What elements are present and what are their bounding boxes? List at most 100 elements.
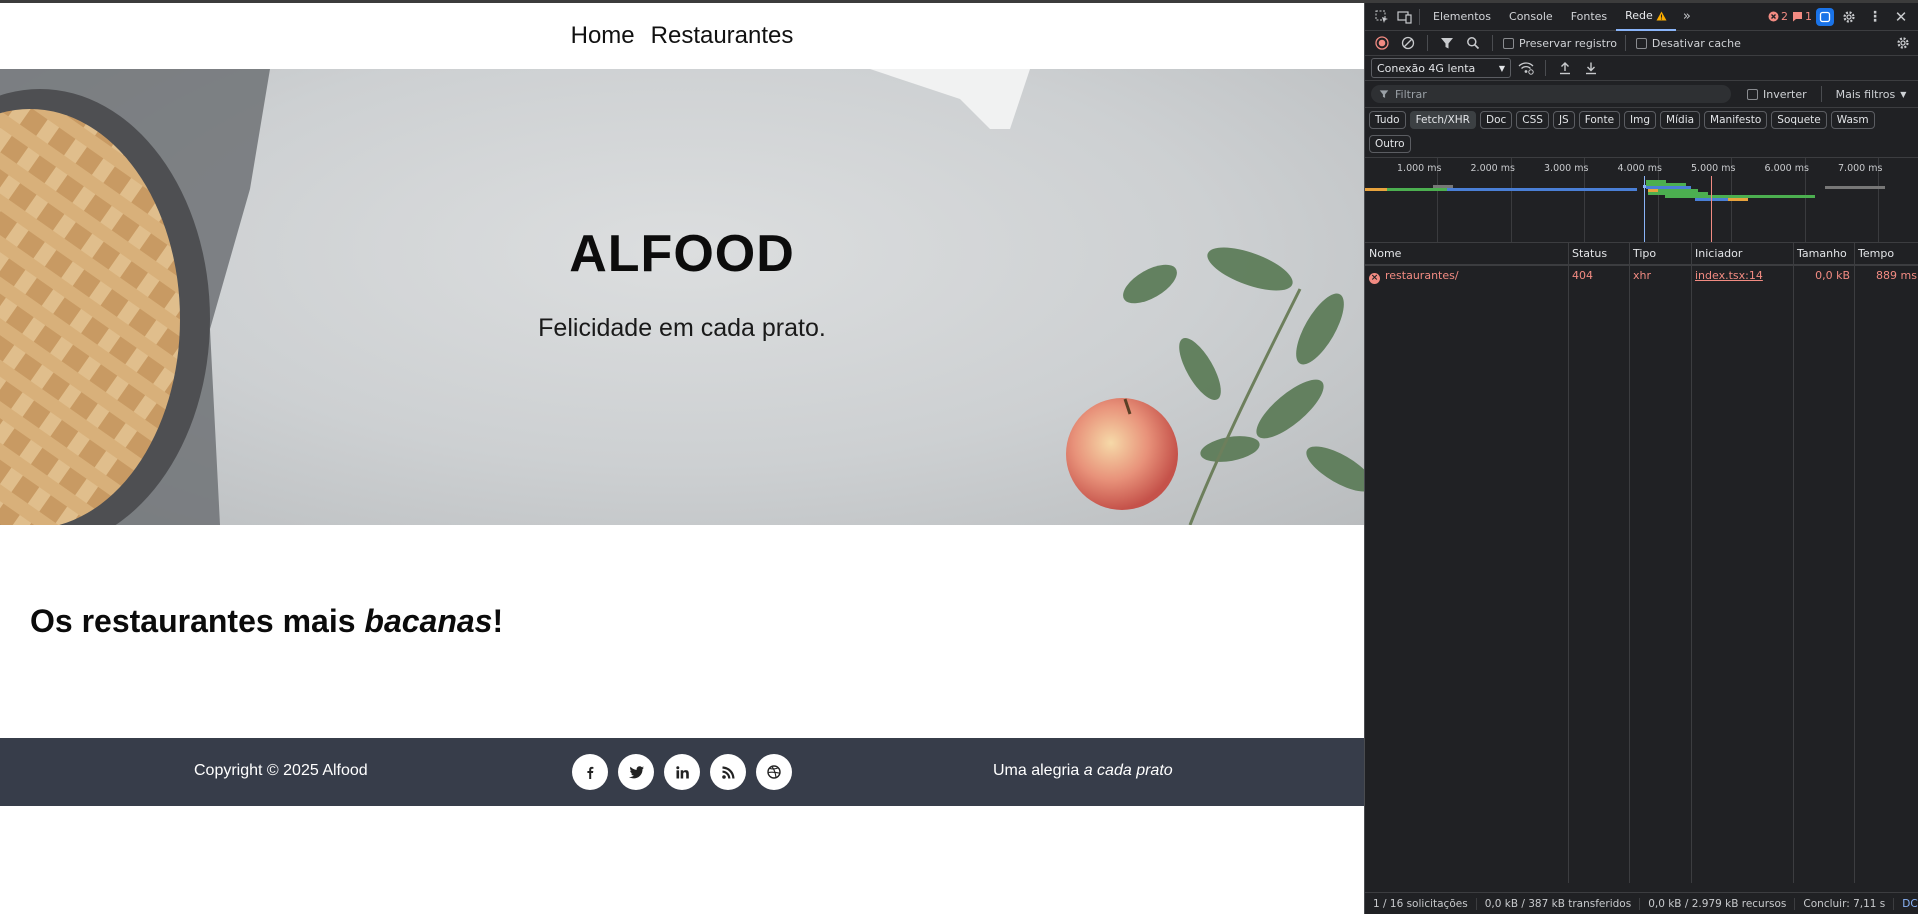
import-har-icon[interactable] — [1554, 57, 1576, 79]
tabbar-right: 2 1 ⋮ ✕ — [1768, 6, 1918, 28]
type-filter-chip[interactable]: Wasm — [1830, 111, 1875, 129]
type-filter-chip[interactable]: Soquete — [1771, 111, 1827, 129]
inspect-element-icon[interactable] — [1371, 6, 1393, 28]
type-filter-chip[interactable]: Mídia — [1660, 111, 1701, 129]
toolbar-separator — [1624, 35, 1626, 51]
issue-count-badge[interactable]: 1 — [1792, 10, 1812, 23]
error-count-badge[interactable]: 2 — [1768, 10, 1788, 23]
error-count: 2 — [1781, 10, 1788, 23]
timeline-tick-label: 1.000 ms — [1397, 163, 1442, 174]
column-divider — [1691, 243, 1692, 883]
toolbar-separator — [1820, 86, 1822, 102]
column-divider — [1854, 243, 1855, 883]
error-icon: × — [1369, 273, 1380, 284]
column-divider — [1568, 243, 1569, 883]
filter-funnel-icon[interactable] — [1436, 32, 1458, 54]
type-filter-chip[interactable]: Doc — [1479, 111, 1513, 129]
request-name-cell[interactable]: × restaurantes/ — [1365, 266, 1568, 286]
sync-icon[interactable] — [1816, 7, 1834, 26]
column-header-status[interactable]: Status — [1568, 243, 1629, 265]
device-toolbar-icon[interactable] — [1393, 6, 1415, 28]
throttling-toolbar: Conexão 4G lenta ▼ — [1365, 56, 1918, 81]
footer-tagline-emphasis: a cada prato — [1083, 762, 1173, 779]
throttling-select[interactable]: Conexão 4G lenta ▼ — [1371, 58, 1511, 78]
invert-checkbox[interactable]: Inverter — [1747, 88, 1807, 101]
toolbar-separator — [1427, 35, 1428, 51]
status-transferred: 0,0 kB / 387 kB transferidos — [1477, 897, 1641, 910]
waterfall-bar — [1710, 195, 1815, 198]
section-title-prefix: Os restaurantes mais — [30, 603, 365, 639]
twitter-icon[interactable] — [618, 754, 654, 790]
record-icon[interactable] — [1371, 32, 1393, 54]
tab-elements[interactable]: Elementos — [1424, 3, 1500, 31]
settings-gear-icon[interactable] — [1838, 6, 1860, 28]
tab-sources[interactable]: Fontes — [1562, 3, 1616, 31]
request-size-cell: 0,0 kB — [1815, 269, 1850, 282]
type-filter-chip[interactable]: Manifesto — [1704, 111, 1768, 129]
tab-network-label: Rede — [1625, 8, 1653, 22]
site-footer: Copyright © 2025 Alfood Uma alegria a ca… — [0, 738, 1364, 806]
footer-tagline-prefix: Uma alegria — [993, 762, 1084, 779]
type-filter-chip[interactable]: CSS — [1516, 111, 1549, 129]
tab-network[interactable]: Rede — [1616, 3, 1676, 31]
issue-count: 1 — [1805, 10, 1812, 23]
filter-toolbar: Filtrar Inverter Mais filtros ▼ — [1365, 81, 1918, 108]
devtools-tabbar: Elementos Console Fontes Rede » 2 1 ⋮ ✕ — [1365, 3, 1918, 31]
column-header-initiator[interactable]: Iniciador — [1691, 243, 1793, 265]
type-filter-chip[interactable]: JS — [1552, 111, 1575, 129]
filter-input[interactable]: Filtrar — [1371, 85, 1731, 103]
type-filter-chip[interactable]: Outro — [1369, 135, 1411, 153]
request-status-cell: 404 — [1572, 269, 1593, 282]
type-filter-chip[interactable]: Fonte — [1578, 111, 1621, 129]
preserve-log-checkbox[interactable]: Preservar registro — [1503, 37, 1617, 50]
more-tabs-icon[interactable]: » — [1676, 6, 1698, 28]
hero-subtitle: Felicidade em cada prato. — [538, 314, 826, 342]
status-resources: 0,0 kB / 2.979 kB recursos — [1640, 897, 1796, 910]
footer-tagline: Uma alegria a cada prato — [993, 762, 1173, 780]
export-har-icon[interactable] — [1580, 57, 1602, 79]
linkedin-icon[interactable] — [664, 754, 700, 790]
network-overview: 1.000 ms 2.000 ms 3.000 ms 4.000 ms 5.000 ms… — [1365, 158, 1918, 243]
filter-funnel-icon — [1379, 90, 1389, 98]
column-divider — [1629, 243, 1630, 883]
column-header-type[interactable]: Tipo — [1629, 243, 1691, 265]
timeline-tick-label: 4.000 ms — [1617, 163, 1662, 174]
waterfall-bar — [1387, 188, 1447, 191]
more-filters-dropdown[interactable]: Mais filtros ▼ — [1836, 88, 1907, 101]
network-conditions-icon[interactable] — [1515, 57, 1537, 79]
timeline-tick-label: 2.000 ms — [1470, 163, 1515, 174]
network-settings-gear-icon[interactable] — [1892, 32, 1914, 54]
message-icon — [1793, 12, 1802, 22]
dribbble-icon[interactable] — [756, 754, 792, 790]
network-toolbar: Preservar registro Desativar cache — [1365, 31, 1918, 56]
request-initiator-link[interactable]: index.tsx:14 — [1691, 266, 1763, 286]
section-title: Os restaurantes mais bacanas! — [30, 603, 503, 640]
column-header-name[interactable]: Nome — [1365, 243, 1568, 265]
search-icon[interactable] — [1462, 32, 1484, 54]
column-header-size[interactable]: Tamanho — [1793, 243, 1854, 265]
column-header-time[interactable]: Tempo — [1854, 243, 1918, 265]
status-dcl: DC — [1902, 897, 1918, 910]
rss-icon[interactable] — [710, 754, 746, 790]
checkbox-box[interactable] — [1747, 88, 1758, 100]
checkbox-box[interactable] — [1503, 37, 1514, 49]
nav-link-restaurants[interactable]: Restaurantes — [651, 22, 794, 50]
resource-type-filters: Tudo Fetch/XHR Doc CSS JS Fonte Img Mídia Manife… — [1365, 108, 1918, 158]
more-options-icon[interactable]: ⋮ — [1864, 6, 1886, 28]
table-row[interactable]: × restaurantes/ 404 xhr index.tsx:14 0,0 … — [1365, 266, 1918, 286]
section-title-emphasis: bacanas — [364, 603, 493, 639]
nav-link-home[interactable]: Home — [571, 22, 635, 50]
type-filter-chip[interactable]: Img — [1624, 111, 1657, 129]
status-requests: 1 / 16 solicitações — [1365, 897, 1477, 910]
footer-social-links — [572, 754, 792, 790]
tab-console[interactable]: Console — [1500, 3, 1562, 31]
disable-cache-checkbox[interactable]: Desativar cache — [1635, 37, 1741, 50]
type-filter-chip[interactable]: Tudo — [1369, 111, 1406, 129]
checkbox-box[interactable] — [1635, 37, 1647, 49]
type-filter-chip[interactable]: Fetch/XHR — [1409, 111, 1476, 129]
warning-icon — [1656, 11, 1667, 20]
close-icon[interactable]: ✕ — [1890, 6, 1912, 28]
clear-icon[interactable] — [1397, 32, 1419, 54]
facebook-icon[interactable] — [572, 754, 608, 790]
toolbar-separator — [1492, 35, 1493, 51]
